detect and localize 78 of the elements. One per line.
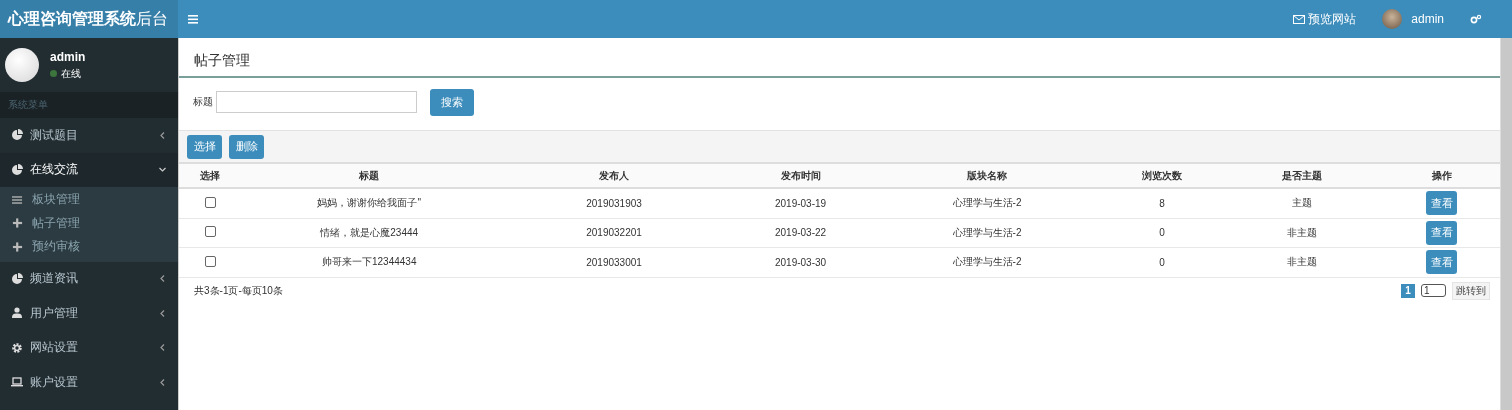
table-cell: 2019-03-30 bbox=[774, 256, 827, 268]
table-cell: 2019-03-19 bbox=[774, 197, 827, 209]
table-cell: 2019-03-22 bbox=[774, 227, 827, 239]
table-cell: 主题 bbox=[1291, 196, 1312, 211]
mail-icon bbox=[1293, 14, 1306, 24]
toolbar-button[interactable]: 删除 bbox=[229, 134, 264, 159]
laptop-icon bbox=[11, 376, 23, 389]
column-header: 标题 bbox=[241, 164, 498, 189]
table-cell: 0 bbox=[1159, 256, 1165, 268]
table-cell: 0 bbox=[1159, 227, 1165, 239]
row-checkbox[interactable] bbox=[204, 226, 216, 238]
table-cell: 帅哥来一下12344434 bbox=[321, 255, 417, 270]
user-name[interactable]: admin bbox=[1411, 12, 1444, 26]
submenu-item[interactable]: 预约审核 bbox=[0, 235, 178, 259]
table-cell: 8 bbox=[1159, 197, 1165, 209]
plus-icon bbox=[12, 240, 23, 253]
column-header: 发布人 bbox=[497, 164, 731, 189]
menu-item[interactable]: 用户管理 bbox=[0, 296, 178, 331]
column-header: 选择 bbox=[179, 164, 241, 189]
status-dot bbox=[50, 70, 57, 77]
app-logo: 心理咨询管理系统后台 bbox=[0, 0, 178, 38]
view-button[interactable]: 查看 bbox=[1426, 220, 1458, 245]
page-title: 帖子管理 bbox=[179, 38, 1500, 78]
user-name: admin bbox=[50, 49, 86, 64]
table-cell: 心理学与生活-2 bbox=[952, 225, 1022, 240]
search-label: 标题 bbox=[193, 95, 213, 109]
table-cell: 非主题 bbox=[1286, 225, 1317, 240]
page-button[interactable]: 1 bbox=[1401, 283, 1415, 298]
table-cell: 2019032201 bbox=[586, 227, 642, 239]
settings-icon[interactable] bbox=[1470, 14, 1482, 24]
pie-chart-icon bbox=[11, 272, 23, 285]
chevron-down-icon bbox=[159, 166, 166, 174]
scrollbar[interactable] bbox=[1500, 38, 1512, 410]
table-cell: 2019033001 bbox=[586, 256, 642, 268]
submenu-item[interactable]: 板块管理 bbox=[0, 188, 178, 212]
menu-icon[interactable] bbox=[188, 14, 198, 24]
list-icon bbox=[12, 193, 23, 206]
column-header: 发布时间 bbox=[730, 164, 871, 189]
preview-site-link[interactable]: 预览网站 bbox=[1293, 10, 1357, 28]
user-avatar[interactable] bbox=[1382, 9, 1403, 29]
pie-chart-icon bbox=[11, 163, 23, 176]
menu-item[interactable]: 频道资讯 bbox=[0, 261, 178, 296]
column-header: 是否主题 bbox=[1220, 164, 1384, 189]
row-checkbox[interactable] bbox=[204, 196, 216, 208]
chevron-left-icon bbox=[159, 131, 166, 139]
menu-item[interactable]: 网站设置 bbox=[0, 330, 178, 365]
chevron-left-icon bbox=[159, 309, 166, 317]
view-button[interactable]: 查看 bbox=[1426, 191, 1458, 216]
user-avatar bbox=[5, 48, 39, 82]
menu-item[interactable]: 在线交流 bbox=[0, 152, 178, 187]
view-button[interactable]: 查看 bbox=[1426, 250, 1458, 275]
search-button[interactable]: 搜索 bbox=[430, 88, 474, 116]
chevron-left-icon bbox=[159, 378, 166, 386]
column-header: 版块名称 bbox=[870, 164, 1104, 189]
chevron-left-icon bbox=[159, 344, 166, 352]
table-cell: 心理学与生活-2 bbox=[952, 255, 1022, 270]
status-text: 在线 bbox=[61, 66, 81, 81]
menu-item[interactable]: 测试题目 bbox=[0, 118, 178, 153]
plus-icon bbox=[12, 217, 23, 230]
column-header: 浏览次数 bbox=[1103, 164, 1221, 189]
menu-item[interactable]: 账户设置 bbox=[0, 365, 178, 400]
pagination-summary: 共3条-1页-每页10条 bbox=[194, 283, 284, 298]
jump-button[interactable]: 跳转到 bbox=[1452, 281, 1490, 300]
gear-icon bbox=[11, 341, 23, 354]
table-cell: 情绪，就是心魔23444 bbox=[320, 225, 419, 240]
page-jump-field[interactable]: 1 bbox=[1421, 284, 1446, 297]
user-icon bbox=[11, 307, 23, 320]
row-checkbox[interactable] bbox=[204, 255, 216, 267]
pie-chart-icon bbox=[11, 129, 23, 142]
table-cell: 妈妈，谢谢你给我面子" bbox=[317, 196, 421, 211]
submenu-item[interactable]: 帖子管理 bbox=[0, 211, 178, 235]
table-cell: 心理学与生活-2 bbox=[952, 196, 1022, 211]
table-cell: 2019031903 bbox=[586, 197, 642, 209]
toolbar-button[interactable]: 选择 bbox=[187, 134, 222, 159]
chevron-left-icon bbox=[159, 275, 166, 283]
search-field[interactable] bbox=[216, 91, 417, 113]
table-cell: 非主题 bbox=[1286, 255, 1317, 270]
column-header: 操作 bbox=[1383, 164, 1500, 189]
